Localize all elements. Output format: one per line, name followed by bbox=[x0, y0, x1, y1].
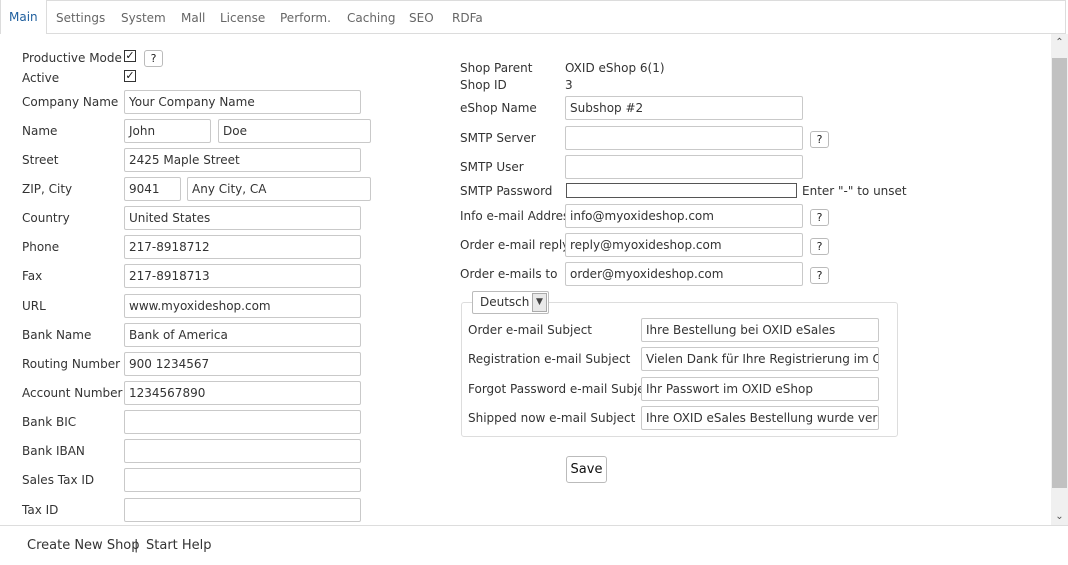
country-label: Country bbox=[22, 211, 70, 225]
shop-id-value: 3 bbox=[565, 78, 573, 92]
smtp-user-label: SMTP User bbox=[460, 160, 524, 174]
smtp-password-hint: Enter "-" to unset bbox=[802, 184, 907, 198]
phone-label: Phone bbox=[22, 240, 60, 254]
tax-id-input[interactable] bbox=[124, 498, 361, 522]
url-label: URL bbox=[22, 299, 46, 313]
shop-parent-value: OXID eShop 6(1) bbox=[565, 61, 665, 75]
smtp-server-input[interactable] bbox=[565, 126, 803, 150]
smtp-server-help-icon[interactable]: ? bbox=[810, 131, 829, 148]
start-help-link[interactable]: Start Help bbox=[146, 538, 212, 553]
language-select[interactable]: Deutsch ▼ bbox=[472, 291, 549, 314]
shop-id-label: Shop ID bbox=[460, 78, 507, 92]
account-number-input[interactable]: 1234567890 bbox=[124, 381, 361, 405]
order-to-label: Order e-mails to bbox=[460, 267, 558, 281]
info-email-label: Info e-mail Address bbox=[460, 209, 576, 223]
eshop-name-label: eShop Name bbox=[460, 101, 537, 115]
shipped-subject-input[interactable]: Ihre OXID eSales Bestellung wurde versan bbox=[641, 406, 879, 430]
scrollbar-thumb[interactable] bbox=[1052, 58, 1067, 488]
chevron-up-icon[interactable]: ⌃ bbox=[1051, 34, 1068, 51]
productive-mode-label: Productive Mode bbox=[22, 51, 122, 65]
zip-city-label: ZIP, City bbox=[22, 182, 73, 196]
account-number-label: Account Number bbox=[22, 386, 123, 400]
order-to-help-icon[interactable]: ? bbox=[810, 267, 829, 284]
bank-bic-label: Bank BIC bbox=[22, 415, 77, 429]
smtp-password-label: SMTP Password bbox=[460, 184, 553, 198]
routing-number-label: Routing Number bbox=[22, 357, 121, 371]
tab-main[interactable]: Main bbox=[0, 0, 47, 34]
active-label: Active bbox=[22, 71, 60, 85]
zip-input[interactable]: 9041 bbox=[124, 177, 181, 201]
productive-mode-help-icon[interactable]: ? bbox=[144, 50, 163, 67]
country-input[interactable]: United States bbox=[124, 206, 361, 230]
bank-iban-input[interactable] bbox=[124, 439, 361, 463]
bank-bic-input[interactable] bbox=[124, 410, 361, 434]
tab-mall[interactable]: Mall bbox=[181, 1, 205, 34]
sales-tax-id-input[interactable] bbox=[124, 468, 361, 492]
smtp-password-input[interactable] bbox=[566, 183, 797, 198]
order-reply-help-icon[interactable]: ? bbox=[810, 238, 829, 255]
order-subject-input[interactable]: Ihre Bestellung bei OXID eSales bbox=[641, 318, 879, 342]
city-input[interactable]: Any City, CA bbox=[187, 177, 371, 201]
order-subject-label: Order e-mail Subject bbox=[468, 323, 593, 337]
smtp-user-input[interactable] bbox=[565, 155, 803, 179]
bank-iban-label: Bank IBAN bbox=[22, 444, 85, 458]
footer-bar: Create New Shop | Start Help bbox=[0, 525, 1068, 565]
footer-separator: | bbox=[134, 538, 139, 553]
shipped-subject-label: Shipped now e-mail Subject bbox=[468, 411, 636, 425]
street-label: Street bbox=[22, 153, 59, 167]
tab-seo[interactable]: SEO bbox=[409, 1, 434, 34]
order-to-input[interactable]: order@myoxideshop.com bbox=[565, 262, 803, 286]
tab-rdfa[interactable]: RDFa bbox=[452, 1, 483, 34]
productive-mode-checkbox[interactable]: ✓ bbox=[124, 50, 136, 62]
name-label: Name bbox=[22, 124, 58, 138]
phone-input[interactable]: 217-8918712 bbox=[124, 235, 361, 259]
street-input[interactable]: 2425 Maple Street bbox=[124, 148, 361, 172]
info-email-help-icon[interactable]: ? bbox=[810, 209, 829, 226]
first-name-input[interactable]: John bbox=[124, 119, 211, 143]
order-reply-input[interactable]: reply@myoxideshop.com bbox=[565, 233, 803, 257]
save-button[interactable]: Save bbox=[566, 456, 607, 483]
fax-input[interactable]: 217-8918713 bbox=[124, 264, 361, 288]
tab-bar: Main Settings System Mall License Perfor… bbox=[0, 0, 1066, 34]
active-checkbox[interactable]: ✓ bbox=[124, 70, 136, 82]
url-input[interactable]: www.myoxideshop.com bbox=[124, 294, 361, 318]
chevron-down-icon: ▼ bbox=[532, 293, 547, 312]
forgot-subject-label: Forgot Password e-mail Subject bbox=[468, 382, 656, 396]
fax-label: Fax bbox=[22, 269, 43, 283]
company-name-label: Company Name bbox=[22, 95, 119, 109]
registration-subject-input[interactable]: Vielen Dank für Ihre Registrierung im OX… bbox=[641, 347, 879, 371]
create-new-shop-link[interactable]: Create New Shop bbox=[27, 538, 140, 553]
tax-id-label: Tax ID bbox=[22, 503, 59, 517]
sales-tax-id-label: Sales Tax ID bbox=[22, 473, 95, 487]
chevron-down-icon[interactable]: ⌄ bbox=[1051, 508, 1068, 525]
company-name-input[interactable]: Your Company Name bbox=[124, 90, 361, 114]
registration-subject-label: Registration e-mail Subject bbox=[468, 352, 631, 366]
bank-name-label: Bank Name bbox=[22, 328, 92, 342]
language-select-value: Deutsch bbox=[480, 295, 530, 309]
shop-parent-label: Shop Parent bbox=[460, 61, 533, 75]
bank-name-input[interactable]: Bank of America bbox=[124, 323, 361, 347]
last-name-input[interactable]: Doe bbox=[218, 119, 371, 143]
vertical-scrollbar[interactable]: ⌃ ⌄ bbox=[1051, 34, 1068, 525]
forgot-subject-input[interactable]: Ihr Passwort im OXID eShop bbox=[641, 377, 879, 401]
tab-settings[interactable]: Settings bbox=[56, 1, 105, 34]
eshop-name-input[interactable]: Subshop #2 bbox=[565, 96, 803, 120]
info-email-input[interactable]: info@myoxideshop.com bbox=[565, 204, 803, 228]
order-reply-label: Order e-mail reply bbox=[460, 238, 570, 252]
smtp-server-label: SMTP Server bbox=[460, 131, 536, 145]
tab-system[interactable]: System bbox=[121, 1, 166, 34]
tab-performance[interactable]: Perform. bbox=[280, 1, 331, 34]
tab-license[interactable]: License bbox=[220, 1, 265, 34]
tab-caching[interactable]: Caching bbox=[347, 1, 396, 34]
routing-number-input[interactable]: 900 1234567 bbox=[124, 352, 361, 376]
